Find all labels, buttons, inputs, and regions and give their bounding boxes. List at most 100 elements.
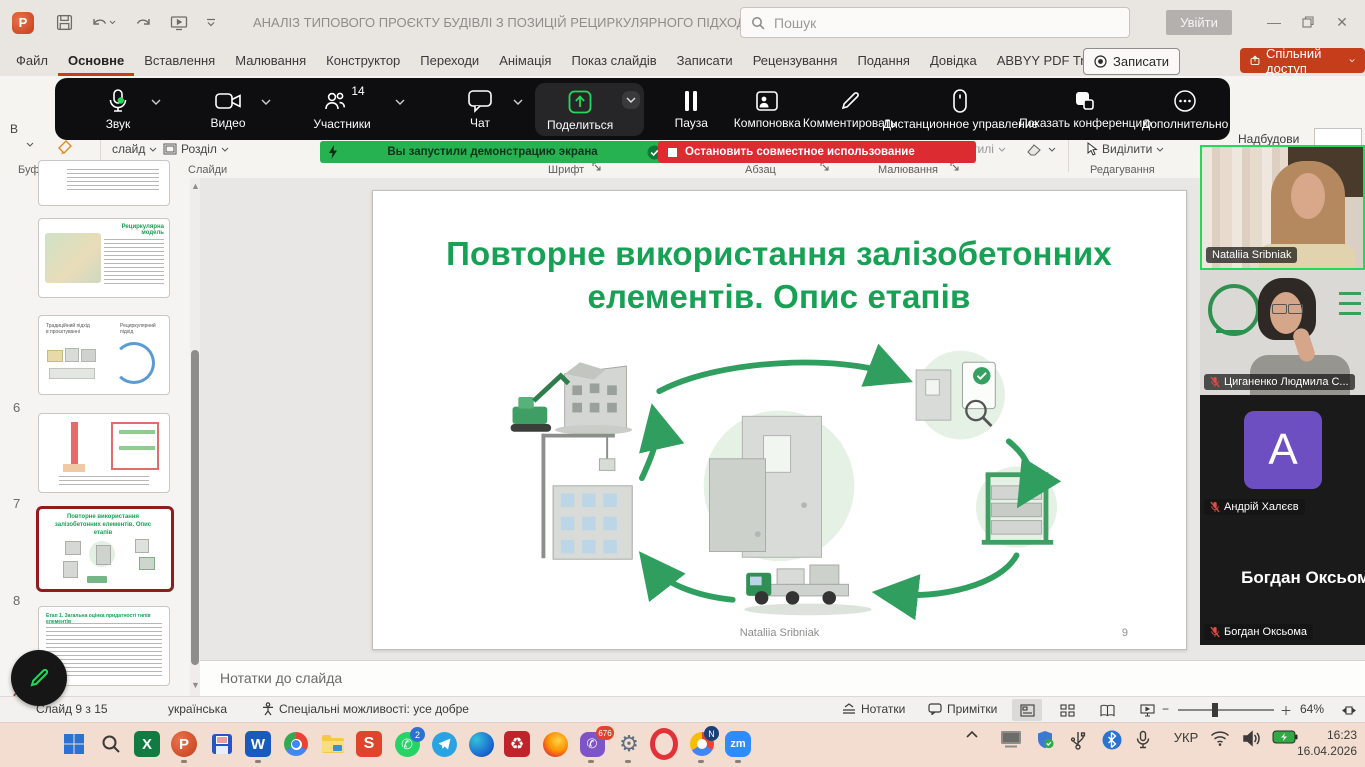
tab-draw[interactable]: Малювання	[225, 45, 316, 76]
notes-toggle[interactable]: Нотатки	[842, 702, 905, 716]
zoom-slider-thumb[interactable]	[1212, 703, 1218, 717]
scroll-up-arrow[interactable]: ▲	[191, 181, 200, 191]
zoom-more-button[interactable]: Дополнительно	[1142, 84, 1228, 135]
zoom-annotation-fab[interactable]	[11, 650, 67, 706]
share-options-chevron[interactable]	[622, 90, 641, 109]
settings-gear-icon[interactable]: ⚙	[615, 730, 643, 758]
zoom-annotate-button[interactable]: Комментировать	[803, 85, 896, 134]
participant-video-3[interactable]: А Андрій Халєєв	[1200, 395, 1365, 520]
undo-icon[interactable]	[91, 15, 116, 31]
share-button[interactable]: Спільний доступ	[1240, 46, 1365, 76]
telegram-icon[interactable]	[430, 730, 458, 758]
slide-editor-area[interactable]: Повторне використання залізобетонних еле…	[200, 178, 1365, 660]
customize-qat-icon[interactable]	[206, 18, 216, 27]
audio-options-chevron[interactable]	[151, 99, 161, 105]
tab-help[interactable]: Довідка	[920, 45, 987, 76]
opera-icon[interactable]	[650, 728, 678, 760]
usb-tray-icon[interactable]	[1070, 730, 1086, 750]
zoom-video-button[interactable]: Видео	[191, 85, 265, 134]
thumbnail-slide-6[interactable]: Рециркулярна модель	[38, 218, 170, 298]
word-icon[interactable]: W	[245, 731, 271, 757]
notes-pane[interactable]: Нотатки до слайда	[200, 660, 1365, 697]
zoom-share-button[interactable]: Поделиться	[541, 87, 619, 134]
font-dialog-launcher[interactable]	[592, 162, 601, 171]
addins-label[interactable]: Надбудови	[1238, 132, 1299, 146]
search-input[interactable]: Пошук	[740, 7, 1130, 38]
edge-icon[interactable]	[467, 730, 495, 758]
participants-options-chevron[interactable]	[395, 99, 405, 105]
fit-to-window-button[interactable]	[1334, 699, 1364, 721]
chrome-icon[interactable]	[282, 730, 310, 758]
zoom-show-meeting-button[interactable]: Показать конференцию	[1019, 85, 1151, 134]
slide-sorter-view-button[interactable]	[1052, 699, 1082, 721]
language-indicator[interactable]: українська	[168, 702, 227, 716]
paragraph-dialog-launcher[interactable]	[820, 162, 829, 171]
sign-in-button[interactable]: Увійти	[1166, 10, 1232, 35]
participant-video-2[interactable]: Циганенко Людмила С...	[1200, 270, 1365, 395]
red-swirl-app-icon[interactable]: ♻	[504, 731, 530, 757]
volume-tray-icon[interactable]	[1242, 730, 1262, 747]
section-menu[interactable]: Розділ	[163, 142, 229, 156]
save-icon[interactable]	[56, 14, 73, 31]
start-button[interactable]	[60, 730, 88, 758]
sumatra-icon[interactable]: S	[356, 731, 382, 757]
slide-title[interactable]: Повторне використання залізобетонних еле…	[429, 233, 1129, 319]
new-slide-menu[interactable]: слайд	[112, 142, 157, 156]
participant-video-1[interactable]: Nataliia Sribniak	[1200, 145, 1365, 270]
tab-record[interactable]: Записати	[667, 45, 743, 76]
paste-button-partial[interactable]: В	[10, 122, 18, 136]
firefox-icon[interactable]	[541, 730, 569, 758]
powerpoint-taskbar-icon[interactable]: P	[171, 731, 197, 757]
windows-security-icon[interactable]	[1036, 730, 1054, 749]
thumbnail-slide-7[interactable]: Традиційний підхід в проєктуванні Рецирк…	[38, 315, 170, 395]
chat-options-chevron[interactable]	[513, 99, 523, 105]
thumbnail-slide-5[interactable]	[38, 160, 170, 206]
microphone-tray-icon[interactable]	[1136, 730, 1150, 750]
zoom-in-button[interactable]: ＋	[1280, 702, 1292, 719]
scroll-down-arrow[interactable]: ▼	[191, 680, 200, 690]
tab-transitions[interactable]: Переходи	[410, 45, 489, 76]
zoom-remote-control-button[interactable]: Дистанционное управление	[883, 84, 1038, 135]
zoom-participants-button[interactable]: 14 Участники	[305, 84, 379, 135]
tab-file[interactable]: Файл	[6, 45, 58, 76]
thumbnail-slide-9-selected[interactable]: Повторне використання залізобетонних еле…	[36, 506, 174, 592]
zoom-out-button[interactable]: −	[1162, 702, 1169, 716]
thumbnail-scrollbar-thumb[interactable]	[191, 350, 199, 665]
zoom-chat-button[interactable]: Чат	[443, 84, 517, 134]
participant-video-4[interactable]: Богдан Оксьома Богдан Оксьома	[1200, 520, 1365, 645]
comments-toggle[interactable]: Примітки	[928, 702, 997, 716]
paste-options-chevron[interactable]	[26, 142, 34, 147]
notes-placeholder[interactable]: Нотатки до слайда	[220, 670, 342, 686]
excel-icon[interactable]: X	[134, 731, 160, 757]
zoom-pause-button[interactable]: Пауза	[654, 85, 728, 134]
wifi-tray-icon[interactable]	[1210, 730, 1230, 746]
record-button[interactable]: Записати	[1083, 48, 1181, 75]
tab-view[interactable]: Подання	[847, 45, 920, 76]
zoom-slider-track[interactable]	[1178, 709, 1274, 711]
zoom-app-icon[interactable]: zm	[725, 731, 751, 757]
video-options-chevron[interactable]	[261, 99, 271, 105]
restore-button[interactable]	[1291, 7, 1325, 37]
save-app-icon[interactable]	[208, 730, 236, 758]
slide-canvas[interactable]: Повторне використання залізобетонних еле…	[372, 190, 1187, 650]
zoom-level[interactable]: 64%	[1300, 702, 1324, 716]
display-tray-icon[interactable]	[1000, 730, 1022, 748]
tab-review[interactable]: Рецензування	[743, 45, 848, 76]
reading-view-button[interactable]	[1092, 699, 1122, 721]
bluetooth-tray-icon[interactable]	[1102, 730, 1122, 750]
tab-insert[interactable]: Вставлення	[134, 45, 225, 76]
minimize-button[interactable]: —	[1257, 7, 1291, 37]
file-explorer-icon[interactable]	[319, 730, 347, 758]
tab-design[interactable]: Конструктор	[316, 45, 410, 76]
eraser-icon[interactable]	[1026, 142, 1056, 156]
close-button[interactable]: ✕	[1325, 7, 1359, 37]
start-slideshow-icon[interactable]	[170, 15, 188, 31]
taskbar-search-icon[interactable]	[97, 730, 125, 758]
select-menu[interactable]: Виділити	[1086, 142, 1164, 156]
stop-share-button[interactable]: Остановить совместное использование	[658, 141, 976, 163]
language-indicator[interactable]: УКР	[1168, 730, 1204, 745]
tray-chevron-icon[interactable]	[966, 730, 978, 738]
tab-home[interactable]: Основне	[58, 45, 134, 76]
thumbnail-slide-8[interactable]	[38, 413, 170, 493]
tab-animations[interactable]: Анімація	[489, 45, 561, 76]
